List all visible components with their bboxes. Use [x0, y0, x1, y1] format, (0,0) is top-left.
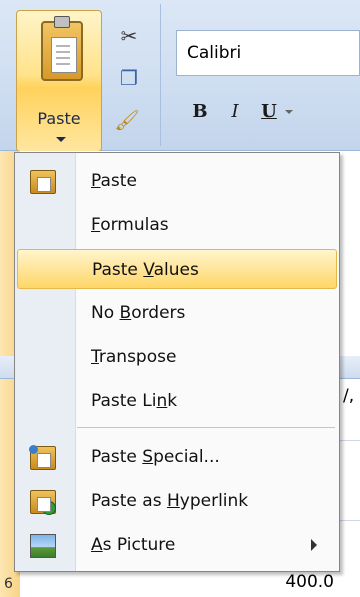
clipboard-icon	[41, 16, 83, 81]
cut-icon[interactable]: ✂	[116, 24, 142, 48]
gridline	[340, 440, 360, 441]
bold-button[interactable]: B	[185, 94, 215, 130]
picture-icon	[30, 534, 56, 558]
menu-separator	[77, 427, 335, 428]
menu-item-as-picture[interactable]: As Picture	[17, 525, 337, 565]
gridline	[340, 520, 360, 521]
paste-dropdown-menu: Paste Formulas Paste Values No Borders T…	[14, 152, 340, 572]
menu-item-no-borders[interactable]: No Borders	[17, 293, 337, 333]
copy-icon[interactable]: ❐	[116, 66, 142, 90]
italic-button[interactable]: I	[220, 94, 250, 130]
paste-button-label: Paste	[37, 109, 81, 128]
cell-text-fragment: /,	[343, 386, 355, 406]
submenu-arrow-icon	[311, 539, 317, 551]
row-number: 6	[4, 576, 13, 592]
underline-button[interactable]: U	[256, 94, 282, 130]
menu-item-formulas[interactable]: Formulas	[17, 205, 337, 245]
menu-item-paste-values[interactable]: Paste Values	[17, 249, 337, 289]
group-divider	[160, 4, 161, 146]
menu-item-paste-link[interactable]: Paste Link	[17, 381, 337, 421]
font-name-combobox[interactable]: Calibri	[176, 30, 360, 76]
paste-icon	[30, 170, 56, 194]
paste-hyperlink-icon	[30, 490, 56, 515]
menu-item-transpose[interactable]: Transpose	[17, 337, 337, 377]
paste-button[interactable]: Paste	[16, 10, 102, 152]
menu-item-paste[interactable]: Paste	[17, 161, 337, 201]
menu-item-paste-as-hyperlink[interactable]: Paste as Hyperlink	[17, 481, 337, 521]
format-painter-icon[interactable]: 🖌	[114, 108, 140, 132]
menu-item-paste-special[interactable]: Paste Special...	[17, 437, 337, 477]
cell-value[interactable]: 400.0	[240, 572, 334, 592]
chevron-down-icon	[56, 137, 66, 142]
ribbon-clipboard-font-area: Paste ✂ ❐ 🖌 Calibri B I U	[0, 0, 360, 152]
paste-special-icon	[29, 445, 56, 470]
underline-dropdown-icon[interactable]	[285, 110, 293, 114]
